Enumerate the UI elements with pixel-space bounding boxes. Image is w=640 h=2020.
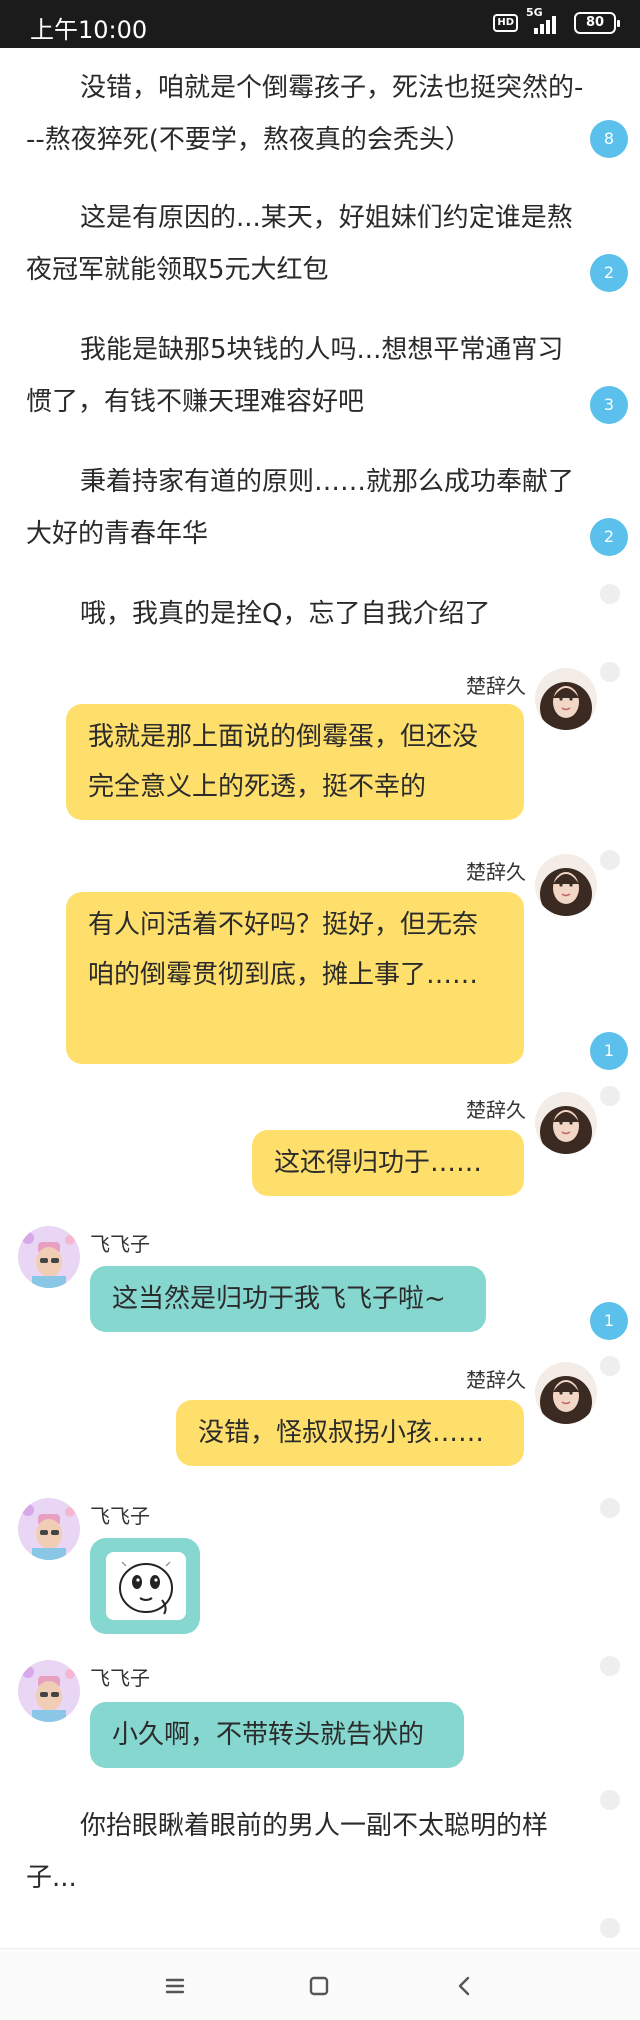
story-paragraph: 哦，我真的是拴Q，忘了自我介绍了 bbox=[80, 599, 491, 629]
story-paragraph: 你抬眼瞅着眼前的男人一副不太聪明的样子... bbox=[26, 1811, 549, 1893]
comment-dot[interactable] bbox=[600, 662, 620, 682]
sender-name: 楚辞久 bbox=[466, 860, 526, 884]
hd-icon: HD bbox=[493, 14, 518, 32]
avatar-chucijiu[interactable] bbox=[535, 1092, 597, 1154]
story-paragraph: 这是有原因的...某天，好姐妹们约定谁是熬夜冠军就能领取5元大红包 bbox=[26, 203, 573, 285]
sticker-message[interactable] bbox=[90, 1538, 200, 1634]
comment-dot[interactable] bbox=[600, 1086, 620, 1106]
sender-name: 飞飞子 bbox=[90, 1232, 150, 1256]
comment-dot[interactable] bbox=[600, 1656, 620, 1676]
status-icons: HD 5G 80 bbox=[493, 6, 620, 34]
comment-dot[interactable] bbox=[600, 850, 620, 870]
sender-name: 楚辞久 bbox=[466, 674, 526, 698]
system-nav-bar bbox=[0, 1948, 640, 2020]
avatar-chucijiu[interactable] bbox=[535, 668, 597, 730]
sender-name: 飞飞子 bbox=[90, 1666, 150, 1690]
chat-bubble: 有人问活着不好吗？挺好，但无奈咱的倒霉贯彻到底，摊上事了…… bbox=[66, 892, 524, 1064]
battery-icon: 80 bbox=[574, 12, 620, 34]
comment-count-badge[interactable]: 1 bbox=[590, 1302, 628, 1340]
sender-name: 楚辞久 bbox=[466, 1098, 526, 1122]
avatar-feifeizi[interactable] bbox=[18, 1226, 80, 1288]
comment-count-badge[interactable]: 8 bbox=[590, 120, 628, 158]
home-square-icon[interactable] bbox=[302, 1969, 336, 2003]
comment-count-badge[interactable]: 2 bbox=[590, 254, 628, 292]
comment-dot[interactable] bbox=[600, 1790, 620, 1810]
sender-name: 飞飞子 bbox=[90, 1504, 150, 1528]
comment-count-badge[interactable]: 2 bbox=[590, 518, 628, 556]
avatar-feifeizi[interactable] bbox=[18, 1660, 80, 1722]
chat-bubble: 这还得归功于…… bbox=[252, 1130, 524, 1196]
sender-name: 楚辞久 bbox=[466, 1368, 526, 1392]
back-chevron-icon[interactable] bbox=[448, 1969, 482, 2003]
comment-count-badge[interactable]: 3 bbox=[590, 386, 628, 424]
story-paragraph: 没错，咱就是个倒霉孩子，死法也挺突然的---熬夜猝死(不要学，熬夜真的会秃头） bbox=[26, 73, 584, 155]
sticker-image bbox=[106, 1552, 186, 1620]
comment-dot[interactable] bbox=[600, 1918, 620, 1938]
avatar-feifeizi[interactable] bbox=[18, 1498, 80, 1560]
avatar-chucijiu[interactable] bbox=[535, 854, 597, 916]
story-paragraph: 我能是缺那5块钱的人吗...想想平常通宵习惯了，有钱不赚天理难容好吧 bbox=[26, 335, 564, 417]
chat-bubble: 这当然是归功于我飞飞子啦~ bbox=[90, 1266, 486, 1332]
chat-bubble: 我就是那上面说的倒霉蛋，但还没完全意义上的死透，挺不幸的 bbox=[66, 704, 524, 820]
menu-icon[interactable] bbox=[158, 1969, 192, 2003]
comment-dot[interactable] bbox=[600, 1498, 620, 1518]
avatar-chucijiu[interactable] bbox=[535, 1362, 597, 1424]
story-paragraph: 秉着持家有道的原则……就那么成功奉献了大好的青春年华 bbox=[26, 467, 575, 549]
chat-bubble: 没错，怪叔叔拐小孩…… bbox=[176, 1400, 524, 1466]
signal-icon: 5G bbox=[526, 6, 566, 34]
chat-bubble: 小久啊，不带转头就告状的 bbox=[90, 1702, 464, 1768]
comment-dot[interactable] bbox=[600, 584, 620, 604]
comment-count-badge[interactable]: 1 bbox=[590, 1032, 628, 1070]
status-bar: 上午10:00 HD 5G 80 bbox=[0, 0, 640, 48]
comment-dot[interactable] bbox=[600, 1356, 620, 1376]
status-time: 上午10:00 bbox=[30, 16, 148, 44]
